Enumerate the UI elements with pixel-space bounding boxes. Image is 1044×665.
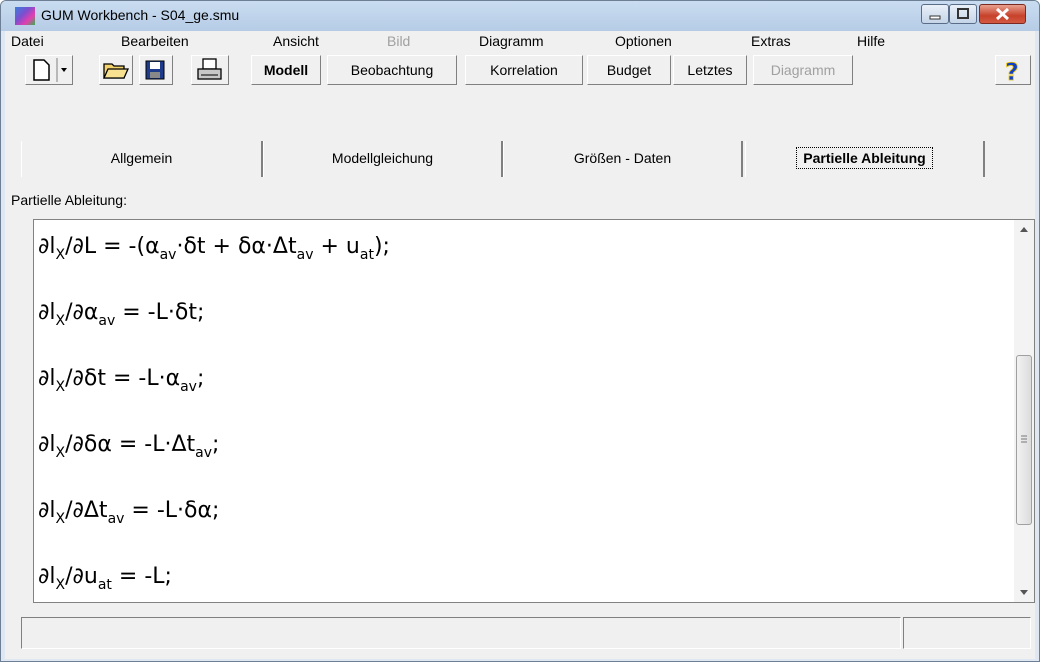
- main-window: GUM Workbench - S04_ge.smu Datei Bearbei…: [0, 0, 1040, 662]
- new-file-button[interactable]: [25, 55, 73, 85]
- toolbar: Modell Beobachtung Korrelation Budget Le…: [5, 53, 1035, 135]
- formula-line: ∂lX/∂uat = -L;: [38, 564, 172, 593]
- beobachtung-button[interactable]: Beobachtung: [327, 55, 457, 85]
- menu-diagramm[interactable]: Diagramm: [479, 33, 544, 49]
- tab-allgemein[interactable]: Allgemein: [21, 141, 263, 177]
- grip-icon: [1021, 435, 1027, 443]
- vertical-scrollbar[interactable]: [1014, 220, 1034, 602]
- korrelation-button[interactable]: Korrelation: [465, 55, 583, 85]
- minimize-button[interactable]: [921, 4, 949, 24]
- window-title: GUM Workbench - S04_ge.smu: [41, 7, 240, 23]
- help-button[interactable]: ?: [995, 55, 1031, 87]
- save-disk-icon: [145, 60, 165, 80]
- letztes-button[interactable]: Letztes: [673, 55, 747, 85]
- menu-hilfe[interactable]: Hilfe: [857, 33, 885, 49]
- menu-datei[interactable]: Datei: [11, 33, 44, 49]
- tab-modellgleichung[interactable]: Modellgleichung: [263, 141, 503, 177]
- dropdown-arrow-icon: [61, 68, 67, 72]
- formula-line: ∂lX/∂αav = -L·δt;: [38, 300, 205, 329]
- menu-bearbeiten[interactable]: Bearbeiten: [121, 33, 189, 49]
- tab-label: Modellgleichung: [331, 150, 434, 166]
- formula-text-box[interactable]: ∂lX/∂L = -(αav·δt + δα·Δtav + uat); ∂lX/…: [33, 219, 1035, 603]
- scroll-down-icon: [1020, 590, 1028, 595]
- tab-label: Partielle Ableitung: [796, 147, 933, 169]
- print-button[interactable]: [191, 55, 229, 85]
- modell-button[interactable]: Modell: [251, 55, 321, 85]
- minimize-icon: [929, 15, 941, 20]
- diagramm-button[interactable]: Diagramm: [753, 55, 853, 85]
- tab-partielle-ableitung[interactable]: Partielle Ableitung: [745, 141, 985, 177]
- tab-label: Allgemein: [110, 150, 173, 166]
- scroll-up-button[interactable]: [1014, 220, 1034, 240]
- help-icon: ?: [1005, 58, 1020, 87]
- close-icon: [995, 7, 1010, 21]
- tab-label: Größen - Daten: [573, 150, 672, 166]
- app-icon: [15, 7, 35, 25]
- formula-line: ∂lX/∂L = -(αav·δt + δα·Δtav + uat);: [38, 234, 390, 263]
- menu-bar: Datei Bearbeiten Ansicht Bild Diagramm O…: [5, 31, 1035, 53]
- status-pane-secondary: [903, 617, 1031, 649]
- budget-button[interactable]: Budget: [587, 55, 671, 85]
- status-pane-main: [21, 617, 901, 649]
- maximize-button[interactable]: [949, 4, 977, 24]
- close-button[interactable]: [979, 4, 1026, 24]
- svg-text:?: ?: [1005, 58, 1019, 84]
- tab-strip: Allgemein Modellgleichung Größen - Daten…: [5, 135, 1035, 183]
- menu-optionen[interactable]: Optionen: [615, 33, 672, 49]
- formula-line: ∂lX/∂δα = -L·Δtav;: [38, 432, 220, 461]
- open-folder-button[interactable]: [99, 55, 133, 85]
- tab-groessen-daten[interactable]: Größen - Daten: [503, 141, 743, 177]
- formula-line: ∂lX/∂δt = -L·αav;: [38, 366, 205, 395]
- scroll-up-icon: [1020, 227, 1028, 232]
- content-panel: Partielle Ableitung: ∂lX/∂L = -(αav·δt +…: [5, 183, 1035, 603]
- scroll-down-button[interactable]: [1014, 582, 1034, 602]
- scroll-thumb[interactable]: [1016, 355, 1032, 525]
- menu-ansicht[interactable]: Ansicht: [273, 33, 319, 49]
- open-folder-icon: [102, 63, 130, 79]
- section-label: Partielle Ableitung:: [11, 192, 127, 208]
- maximize-icon: [957, 8, 969, 19]
- print-icon: [197, 58, 222, 80]
- new-file-icon: [33, 58, 67, 82]
- menu-extras[interactable]: Extras: [751, 33, 791, 49]
- status-bar: [5, 603, 1035, 659]
- title-bar[interactable]: GUM Workbench - S04_ge.smu: [1, 1, 1039, 31]
- formula-line: ∂lX/∂Δtav = -L·δα;: [38, 498, 220, 527]
- save-button[interactable]: [139, 55, 173, 85]
- menu-bild[interactable]: Bild: [387, 33, 410, 49]
